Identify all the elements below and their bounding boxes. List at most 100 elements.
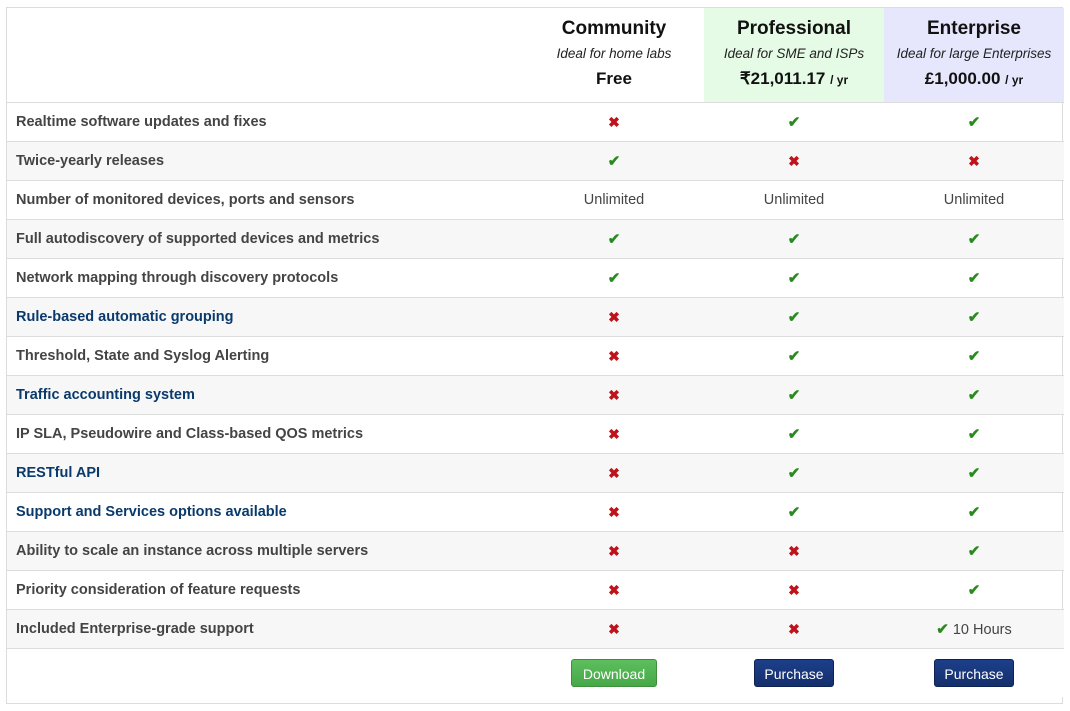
feature-label[interactable]: Support and Services options available [7,492,524,532]
check-icon: ✔ [967,465,981,482]
feature-value-cell: ✖ [524,570,704,610]
feature-value-cell: ✖ [524,453,704,493]
feature-value-cell: Unlimited [524,180,704,220]
feature-value-cell: ✔ [704,258,884,298]
plan-description: Ideal for home labs [556,46,672,61]
feature-row: Number of monitored devices, ports and s… [7,180,1064,220]
feature-rows: Realtime software updates and fixes ✖ ✔ ✔ Tw… [7,102,1064,649]
feature-row: Ability to scale an instance across mult… [7,531,1064,571]
plan-name: Community [561,18,667,39]
check-icon: ✔ [967,582,981,599]
check-icon: ✔ [967,387,981,404]
feature-value-cell: ✔ [704,297,884,337]
feature-value-text: Unlimited [583,192,645,208]
check-icon: ✔ [967,114,981,131]
check-icon: ✔ [787,114,801,131]
feature-value-cell: ✖ [524,336,704,376]
plan-header-professional: Professional Ideal for SME and ISPs ₹21,… [704,8,884,103]
price-unit: / yr [1005,73,1024,87]
cross-icon: ✖ [788,581,800,598]
feature-row: Traffic accounting system ✖ ✔ ✔ [7,375,1064,415]
check-icon: ✔ [967,426,981,443]
feature-row: Rule-based automatic grouping ✖ ✔ ✔ [7,297,1064,337]
check-icon: ✔ [607,270,621,287]
purchase-professional-button[interactable]: Purchase [754,659,834,687]
feature-row: Network mapping through discovery protoc… [7,258,1064,298]
check-icon: ✔ [936,621,949,638]
feature-value-cell: ✔ [704,375,884,415]
feature-label[interactable]: Traffic accounting system [7,375,524,415]
cross-icon: ✖ [608,113,620,130]
check-icon: ✔ [967,504,981,521]
plan-price: £1,000.00 / yr [924,69,1024,88]
feature-label: Included Enterprise-grade support [7,609,524,649]
feature-value-note: 10 Hours [948,622,1012,638]
feature-label: Full autodiscovery of supported devices … [7,219,524,259]
feature-value-cell: ✔ [704,336,884,376]
action-cell-enterprise: Purchase [884,648,1064,697]
feature-value-cell: ✖ [704,531,884,571]
action-cell-professional: Purchase [704,648,884,697]
feature-label: Number of monitored devices, ports and s… [7,180,524,220]
check-icon: ✔ [967,231,981,248]
pricing-comparison-table: Community Ideal for home labs Free Profe… [7,8,1064,697]
action-cell-community: Download [524,648,704,697]
plan-header-enterprise: Enterprise Ideal for large Enterprises £… [884,8,1064,103]
plan-description: Ideal for large Enterprises [896,46,1052,61]
feature-label: IP SLA, Pseudowire and Class-based QOS m… [7,414,524,454]
feature-value-cell: ✖ [524,492,704,532]
cross-icon: ✖ [608,581,620,598]
feature-value-cell: ✔ [884,102,1064,142]
action-button-row: Download Purchase Purchase [7,648,1064,697]
feature-value-cell: ✔ [884,336,1064,376]
cross-icon: ✖ [788,620,800,637]
feature-value-cell: Unlimited [884,180,1064,220]
download-button[interactable]: Download [570,659,658,687]
feature-value-cell: ✔ [884,297,1064,337]
feature-value-cell: ✔ [704,492,884,532]
feature-value-cell: ✔ [884,219,1064,259]
check-icon: ✔ [787,348,801,365]
feature-value-cell: ✔ [884,570,1064,610]
feature-value-cell: ✖ [524,531,704,571]
feature-value-cell: ✖ [524,102,704,142]
feature-value-cell: Unlimited [704,180,884,220]
check-icon: ✔ [787,231,801,248]
cross-icon: ✖ [788,152,800,169]
plan-description: Ideal for SME and ISPs [723,46,865,61]
feature-value-cell: ✔ [884,258,1064,298]
feature-value-cell: ✔ [704,219,884,259]
check-icon: ✔ [787,426,801,443]
check-icon: ✔ [607,153,621,170]
feature-row: Included Enterprise-grade support ✖ ✖ ✔ 10 … [7,609,1064,649]
cross-icon: ✖ [608,503,620,520]
check-icon: ✔ [967,543,981,560]
cross-icon: ✖ [608,308,620,325]
feature-value-cell: ✖ [704,570,884,610]
feature-value-text: Unlimited [763,192,825,208]
feature-value-cell: ✔ 10 Hours [884,609,1064,649]
feature-value-cell: ✖ [524,609,704,649]
cross-icon: ✖ [608,542,620,559]
purchase-enterprise-button[interactable]: Purchase [934,659,1014,687]
cross-icon: ✖ [608,386,620,403]
feature-label[interactable]: Rule-based automatic grouping [7,297,524,337]
feature-value-cell: ✖ [704,609,884,649]
feature-value-cell: ✔ [704,102,884,142]
feature-label: Threshold, State and Syslog Alerting [7,336,524,376]
feature-value-cell: ✖ [524,414,704,454]
check-icon: ✔ [967,309,981,326]
check-icon: ✔ [787,309,801,326]
check-icon: ✔ [787,387,801,404]
plan-price: ₹21,011.17 / yr [739,69,849,88]
feature-row: IP SLA, Pseudowire and Class-based QOS m… [7,414,1064,454]
pricing-comparison-table-container: Community Ideal for home labs Free Profe… [6,7,1064,704]
feature-row: Threshold, State and Syslog Alerting ✖ ✔ ✔ [7,336,1064,376]
feature-label: Realtime software updates and fixes [7,102,524,142]
feature-row: Twice-yearly releases ✔ ✖ ✖ [7,141,1064,181]
feature-label[interactable]: RESTful API [7,453,524,493]
check-icon: ✔ [967,348,981,365]
feature-value-cell: ✔ [884,453,1064,493]
check-icon: ✔ [787,270,801,287]
plan-header-row: Community Ideal for home labs Free Profe… [7,8,1064,103]
